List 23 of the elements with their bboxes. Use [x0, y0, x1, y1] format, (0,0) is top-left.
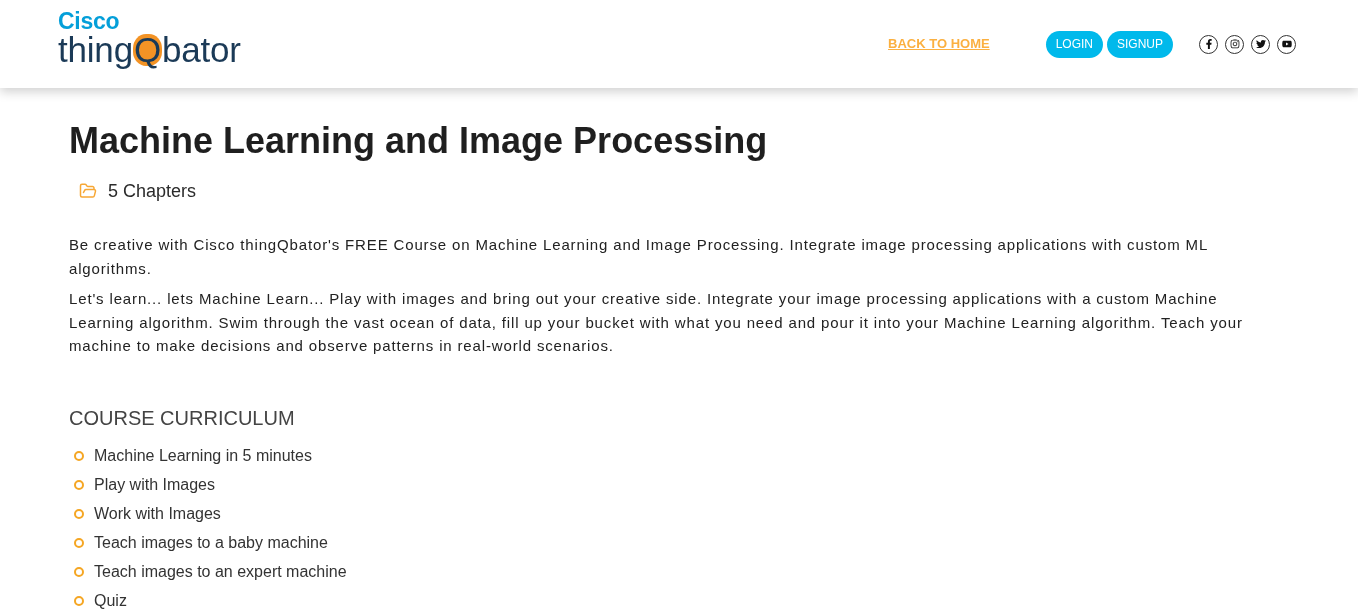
ring-bullet-icon — [74, 596, 84, 606]
curriculum-item: Teach images to a baby machine — [94, 533, 328, 553]
description-paragraph: Be creative with Cisco thingQbator's FREE Course on Machine Learning and Image Processing. Integrate image processing applications with custom ML algorithms. — [69, 235, 1209, 279]
ring-bullet-icon — [74, 567, 84, 577]
ring-bullet-icon — [74, 451, 84, 461]
logo-wordmark: thingQbator — [58, 32, 241, 67]
curriculum-item: Work with Images — [94, 504, 221, 524]
logo-brand: Cisco — [58, 10, 121, 33]
folder-icon — [79, 182, 97, 200]
ring-bullet-icon — [74, 509, 84, 519]
login-button[interactable]: LOGIN — [1045, 30, 1103, 58]
back-to-home-link[interactable]: BACK TO HOME — [888, 34, 990, 54]
curriculum-heading: COURSE CURRICULUM — [69, 405, 296, 431]
course-title: Machine Learning and Image Processing — [69, 119, 769, 162]
description-paragraph: Let's learn... lets Machine Learn... Play with images and bring out your creative side. Integrate your image processing applications with a custom Machine Learning algorithm. Swim through the vast ocean of data, fill up your bucket with what you need and pour it into your Machine Learning algorithm. Teach your machine to make decisions and observe patterns in real-world scenarios. — [69, 289, 1244, 356]
chapter-count: 5 Chapters — [108, 180, 197, 203]
curriculum-item: Quiz — [94, 591, 127, 610]
curriculum-item: Play with Images — [94, 475, 215, 495]
curriculum-item: Teach images to an expert machine — [94, 562, 347, 582]
signup-button[interactable]: SIGNUP — [1107, 30, 1173, 58]
ring-bullet-icon — [74, 538, 84, 548]
curriculum-item: Machine Learning in 5 minutes — [94, 446, 312, 466]
ring-bullet-icon — [74, 480, 84, 490]
